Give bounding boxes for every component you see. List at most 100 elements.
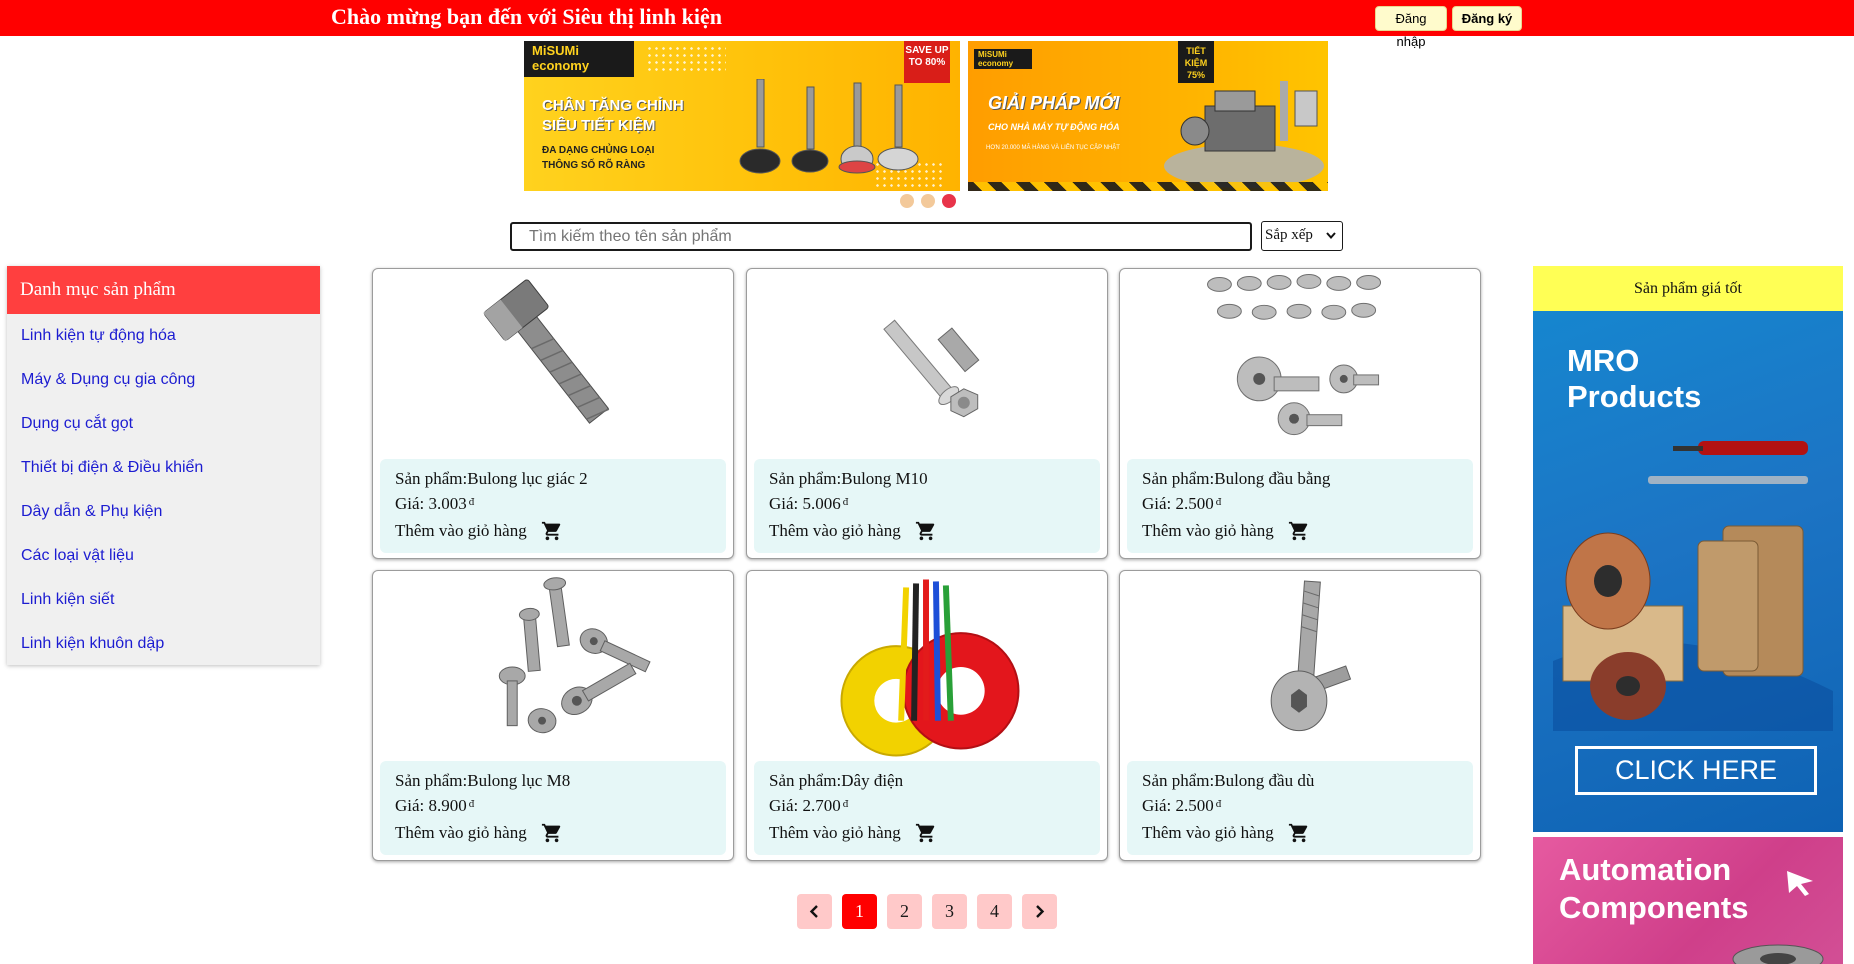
product-image-electric-wires <box>840 579 1020 757</box>
cart-icon <box>1288 823 1307 843</box>
chevron-left-icon <box>809 905 818 918</box>
price-value: Giá: 5.006 <box>769 494 841 513</box>
product-info: Sản phẩm:Bulong lục giác 2 Giá: 3.003 đ T… <box>380 459 726 553</box>
banner-headline: CHÂN TĂNG CHỈNH SIÊU TIẾT KIỆM <box>542 96 684 136</box>
add-to-cart-button[interactable]: Thêm vào giỏ hàng <box>1142 520 1310 542</box>
currency-symbol: đ <box>1215 798 1222 810</box>
cart-icon <box>915 823 934 843</box>
hazard-stripe <box>968 182 1328 191</box>
chevron-down-icon <box>1325 222 1337 258</box>
pagination-prev-button[interactable] <box>797 894 832 929</box>
category-sidebar: Danh mục sản phẩm Linh kiện tự động hóa … <box>7 266 320 665</box>
misumi-logo: MiSUMi economy <box>524 41 634 77</box>
add-to-cart-label: Thêm vào giỏ hàng <box>1142 823 1274 842</box>
product-image-button-head-bolts <box>1207 273 1382 436</box>
product-image-countersunk-bolts <box>498 577 651 734</box>
welcome-title: Chào mừng bạn đến với Siêu thị linh kiện <box>331 4 722 29</box>
misumi-logo: MiSUMi economy <box>974 49 1032 69</box>
product-card[interactable]: Sản phẩm:Bulong lục giác 2 Giá: 3.003 đ T… <box>372 268 734 559</box>
promo-banner-leveling-feet[interactable]: MiSUMi economy SAVE UP TO 80% CHÂN TĂNG … <box>524 41 960 191</box>
slider-dot-3[interactable] <box>942 194 956 208</box>
best-price-title: Sản phẩm giá tốt <box>1533 266 1843 311</box>
ad-click-here-button[interactable]: CLICK HERE <box>1575 746 1817 795</box>
product-name: Sản phẩm:Bulong đầu bằng <box>1142 469 1331 488</box>
price-value: Giá: 2.500 <box>1142 796 1214 815</box>
banner-note: HƠN 20.000 MÃ HÀNG VÀ LIÊN TỤC CẬP NHẬT <box>986 145 1120 151</box>
product-card[interactable]: Sản phẩm:Bulong M10 Giá: 5.006 đ Thêm vào… <box>746 268 1108 559</box>
product-name: Sản phẩm:Bulong M10 <box>769 469 928 488</box>
product-name: Sản phẩm:Bulong lục giác 2 <box>395 469 588 488</box>
category-item-electrical[interactable]: Thiết bị điện & Điều khiển <box>7 446 320 490</box>
product-price: Giá: 2.500 đ <box>1142 490 1473 516</box>
slider-dot-1[interactable] <box>900 194 914 208</box>
banner-subtext-line: ĐA DẠNG CHỦNG LOẠI <box>542 145 655 156</box>
price-value: Giá: 2.700 <box>769 796 841 815</box>
product-info: Sản phẩm:Bulong M10 Giá: 5.006 đ Thêm vào… <box>754 459 1100 553</box>
product-card[interactable]: Sản phẩm:Bulong lục M8 Giá: 8.900 đ Thêm … <box>372 570 734 861</box>
category-item-fasteners[interactable]: Linh kiện siết <box>7 578 320 622</box>
login-button[interactable]: Đăng nhập <box>1375 6 1447 49</box>
product-name: Sản phẩm:Dây điện <box>769 771 904 790</box>
product-card[interactable]: Sản phẩm:Dây điện Giá: 2.700 đ Thêm vào g… <box>746 570 1108 861</box>
ad-automation-components[interactable]: Automation Components <box>1533 837 1843 964</box>
search-input[interactable] <box>510 222 1252 251</box>
promo-banner-automation[interactable]: MiSUMi economy TIẾT KIỆM 75% GIẢI PHÁP M… <box>968 41 1328 191</box>
add-to-cart-button[interactable]: Thêm vào giỏ hàng <box>395 520 563 542</box>
ad-mro-products[interactable]: MRO Products CLICK HERE <box>1533 311 1843 832</box>
cart-icon <box>541 823 560 843</box>
sort-select[interactable]: Sắp xếp <box>1261 221 1343 251</box>
category-item-automation[interactable]: Linh kiện tự động hóa <box>7 314 320 358</box>
ad-mro-title-line: MRO <box>1567 343 1640 378</box>
banner-subtext: ĐA DẠNG CHỦNG LOẠI THÔNG SỐ RÕ RÀNG <box>542 143 654 173</box>
product-info: Sản phẩm:Dây điện Giá: 2.700 đ Thêm vào g… <box>754 761 1100 855</box>
pagination-page-2[interactable]: 2 <box>887 894 922 929</box>
product-card[interactable]: Sản phẩm:Bulong đầu dù Giá: 2.500 đ Thêm … <box>1119 570 1481 861</box>
product-card[interactable]: Sản phẩm:Bulong đầu bằng Giá: 2.500 đ Thê… <box>1119 268 1481 559</box>
category-item-wires[interactable]: Dây dẫn & Phụ kiện <box>7 490 320 534</box>
price-value: Giá: 8.900 <box>395 796 467 815</box>
banner-headline-line: SIÊU TIẾT KIỆM <box>542 117 656 134</box>
category-item-machining-tools[interactable]: Máy & Dụng cụ gia công <box>7 358 320 402</box>
register-button[interactable]: Đăng ký <box>1452 6 1522 31</box>
pagination-page-3[interactable]: 3 <box>932 894 967 929</box>
mro-products-image <box>1553 441 1833 731</box>
leveling-feet-image <box>739 79 919 174</box>
misumi-logo-text: MiSUMi economy <box>978 50 1014 68</box>
decor-dots <box>646 45 726 73</box>
product-price: Giá: 3.003 đ <box>395 490 726 516</box>
currency-symbol: đ <box>842 496 849 508</box>
add-to-cart-button[interactable]: Thêm vào giỏ hàng <box>769 822 937 844</box>
cart-icon <box>541 521 560 541</box>
chevron-right-icon <box>1036 905 1045 918</box>
currency-symbol: đ <box>468 798 475 810</box>
currency-symbol: đ <box>842 798 849 810</box>
pagination-page-1[interactable]: 1 <box>842 894 877 929</box>
price-value: Giá: 3.003 <box>395 494 467 513</box>
add-to-cart-label: Thêm vào giỏ hàng <box>395 521 527 540</box>
ad-mro-title: MRO Products <box>1567 343 1701 415</box>
product-price: Giá: 5.006 đ <box>769 490 1100 516</box>
pagination-next-button[interactable] <box>1022 894 1057 929</box>
category-item-cutting-tools[interactable]: Dụng cụ cắt gọt <box>7 402 320 446</box>
ad-automation-title-line: Components <box>1559 890 1749 925</box>
banner-subtext: CHO NHÀ MÁY TỰ ĐỘNG HÓA <box>988 122 1120 132</box>
add-to-cart-button[interactable]: Thêm vào giỏ hàng <box>395 822 563 844</box>
automation-part-image <box>1732 944 1824 964</box>
add-to-cart-label: Thêm vào giỏ hàng <box>1142 521 1274 540</box>
pagination-page-4[interactable]: 4 <box>977 894 1012 929</box>
category-item-materials[interactable]: Các loại vật liệu <box>7 534 320 578</box>
add-to-cart-label: Thêm vào giỏ hàng <box>769 521 901 540</box>
currency-symbol: đ <box>1215 496 1222 508</box>
product-info: Sản phẩm:Bulong lục M8 Giá: 8.900 đ Thêm … <box>380 761 726 855</box>
product-name: Sản phẩm:Bulong đầu dù <box>1142 771 1315 790</box>
slider-dot-2[interactable] <box>921 194 935 208</box>
cart-icon <box>915 521 934 541</box>
add-to-cart-button[interactable]: Thêm vào giỏ hàng <box>1142 822 1310 844</box>
ad-mro-title-line: Products <box>1567 379 1702 414</box>
save-badge: SAVE UP TO 80% <box>904 41 950 83</box>
add-to-cart-button[interactable]: Thêm vào giỏ hàng <box>769 520 937 542</box>
top-bar: Chào mừng bạn đến với Siêu thị linh kiện… <box>0 0 1854 49</box>
category-item-press-die[interactable]: Linh kiện khuôn dập <box>7 622 320 666</box>
category-title: Danh mục sản phẩm <box>7 266 320 314</box>
add-to-cart-label: Thêm vào giỏ hàng <box>769 823 901 842</box>
